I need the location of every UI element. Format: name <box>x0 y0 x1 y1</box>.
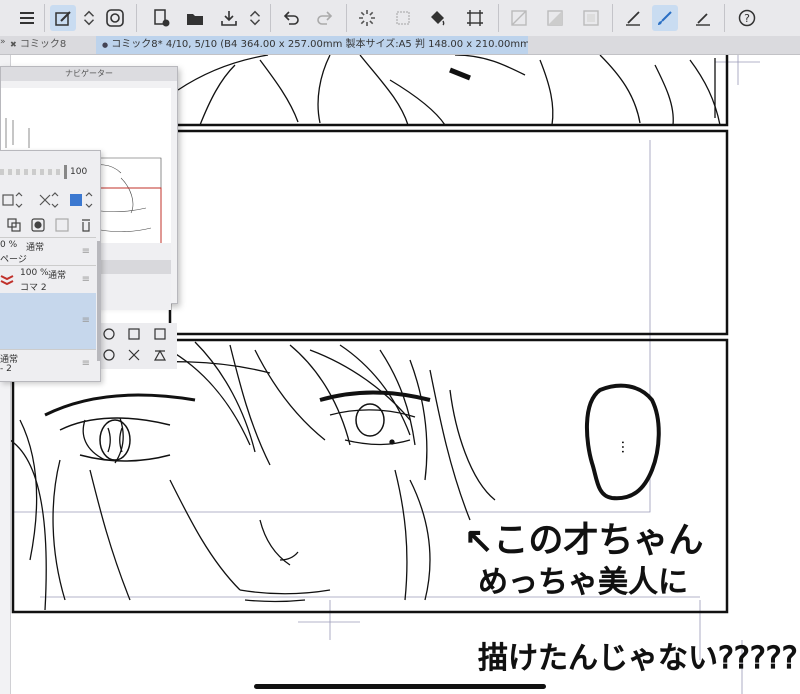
new-folder-icon <box>55 218 69 232</box>
layer-blend-mode: 通常 <box>48 271 67 281</box>
new-page-icon[interactable] <box>148 5 174 31</box>
open-folder-icon[interactable] <box>182 5 208 31</box>
layer-icon[interactable] <box>390 5 416 31</box>
home-indicator[interactable] <box>254 684 546 689</box>
transform-icon[interactable] <box>462 5 488 31</box>
tab-close-icon[interactable]: ✖ <box>10 40 17 49</box>
ring-icon[interactable] <box>102 5 128 31</box>
loading-icon[interactable] <box>354 5 380 31</box>
frame-icon[interactable] <box>578 5 604 31</box>
tool-stepper-icon[interactable] <box>80 5 98 31</box>
layer-panel[interactable]: 100 0 % 通常 ページ ≡ 100 % 通常 コマ 2 ≡ ≡ 通常 - … <box>0 150 101 382</box>
zoom-reset-icon <box>103 328 115 340</box>
layer-actions-row <box>0 215 96 235</box>
frame-layer-icon <box>0 275 14 286</box>
tab-bar: » ✖ コミック8 ● コミック8* 4/10, 5/10 (B4 364.00… <box>0 36 800 55</box>
layer-blend-mode: 通常 <box>26 243 45 253</box>
flip-horizontal-icon <box>128 349 140 361</box>
face-sketch <box>11 341 496 611</box>
layer-row-page[interactable]: 0 % 通常 ページ ≡ <box>0 237 96 266</box>
layer-toolbar-row <box>0 191 96 211</box>
top-panel-sketch <box>177 55 721 126</box>
save-stepper-icon[interactable] <box>246 5 264 31</box>
tab-active[interactable]: ● コミック8* 4/10, 5/10 (B4 364.00 x 257.00m… <box>96 36 528 54</box>
drag-handle-icon[interactable]: ≡ <box>82 246 90 257</box>
layer-clip-icon <box>39 194 51 206</box>
fill-icon[interactable] <box>424 5 450 31</box>
layer-row-bottom[interactable]: 通常 - 2 ≡ <box>0 349 96 380</box>
layer-row-koma[interactable]: 100 % 通常 コマ 2 ≡ <box>0 265 96 294</box>
help-icon[interactable]: ? <box>734 5 760 31</box>
tab-label: コミック8* 4/10, 5/10 (B4 364.00 x 257.00mm … <box>111 39 528 50</box>
rotate-icon <box>154 328 166 340</box>
undo-icon[interactable] <box>278 5 304 31</box>
handwriting-line-1: ↖この才ちゃん <box>464 521 703 561</box>
rotate-reset-icon <box>103 349 115 361</box>
handwriting-line-2: めっちゃ美人に <box>478 565 688 600</box>
delete-layer-icon <box>82 219 90 232</box>
layer-opacity: 100 % <box>20 268 49 278</box>
menu-icon[interactable] <box>14 5 40 31</box>
svg-text:?: ? <box>744 12 750 25</box>
brush-tool-icon[interactable] <box>652 5 678 31</box>
save-icon[interactable] <box>216 5 242 31</box>
opacity-slider[interactable]: 100 <box>0 165 96 179</box>
layer-name: ページ <box>0 255 27 265</box>
drag-handle-icon[interactable]: ≡ <box>82 315 90 326</box>
pen-tool-icon[interactable] <box>620 5 646 31</box>
layer-row-selected[interactable]: ≡ <box>0 293 96 349</box>
navigator-controls <box>97 323 177 369</box>
speech-bubble-text: … <box>618 440 634 454</box>
flip-vertical-icon <box>153 349 167 361</box>
layer-color-icon <box>70 194 82 206</box>
layer-opacity: 0 % <box>0 240 18 250</box>
redo-icon[interactable] <box>312 5 338 31</box>
toolbar: ? <box>0 0 800 37</box>
tab-modified-dot: ● <box>102 41 109 49</box>
navigator-title: ナビゲーター <box>1 67 177 81</box>
layer-name: - 2 <box>0 364 12 374</box>
pen-mode-icon[interactable] <box>50 5 76 31</box>
tab-inactive[interactable]: ✖ コミック8 <box>10 36 66 54</box>
layer-scrollbar[interactable] <box>97 241 100 361</box>
hatch-icon[interactable] <box>506 5 532 31</box>
fit-icon <box>128 328 140 340</box>
layer-mask-icon <box>2 194 14 206</box>
drag-handle-icon[interactable]: ≡ <box>82 358 90 369</box>
drag-handle-icon[interactable]: ≡ <box>82 274 90 285</box>
opacity-value[interactable]: 100 <box>70 167 87 177</box>
expand-icon[interactable]: » <box>0 37 6 47</box>
layer-name: コマ 2 <box>20 283 47 293</box>
handwriting-line-3: 描けたんじゃない????? <box>478 641 798 676</box>
tab-label: コミック8 <box>19 39 67 50</box>
gradient-icon[interactable] <box>542 5 568 31</box>
line-tool-icon[interactable] <box>690 5 716 31</box>
